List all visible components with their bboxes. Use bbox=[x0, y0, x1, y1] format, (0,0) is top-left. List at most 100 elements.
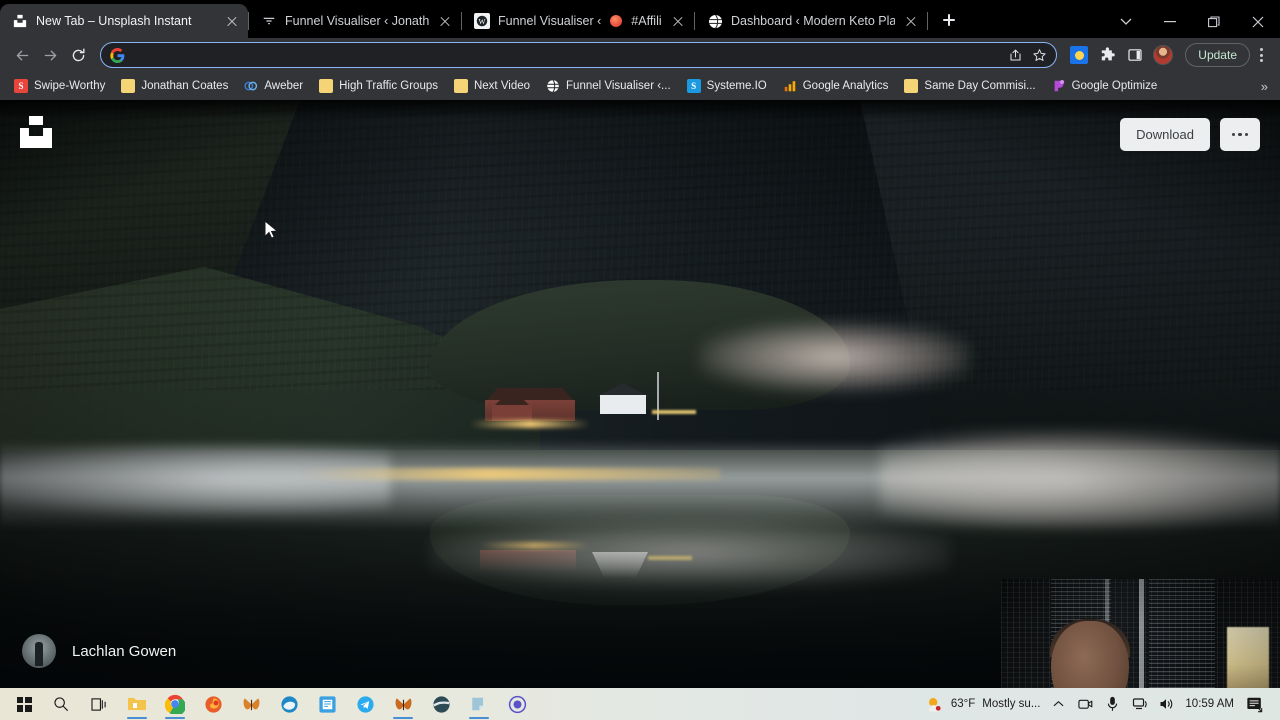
affiliate-icon bbox=[609, 13, 623, 29]
telegram-icon[interactable] bbox=[346, 688, 384, 720]
folder-icon bbox=[453, 79, 468, 93]
camera-icon[interactable] bbox=[1077, 696, 1094, 713]
blue-app-icon[interactable] bbox=[308, 688, 346, 720]
globe-icon bbox=[707, 13, 723, 29]
microphone-icon[interactable] bbox=[1104, 696, 1121, 713]
bookmark-label: Funnel Visualiser ‹... bbox=[566, 80, 671, 92]
tab-separator bbox=[927, 12, 928, 30]
bookmarks-bar: S Swipe-Worthy Jonathan Coates Aweber Hi… bbox=[0, 72, 1280, 100]
bookmark-label: High Traffic Groups bbox=[339, 80, 438, 92]
bookmark-jonathan-coates[interactable]: Jonathan Coates bbox=[113, 75, 236, 97]
close-icon[interactable] bbox=[903, 13, 919, 29]
omnibox-actions bbox=[1004, 44, 1050, 66]
star-icon[interactable] bbox=[1028, 44, 1050, 66]
google-chrome-icon[interactable] bbox=[156, 688, 194, 720]
photo-top-shade bbox=[0, 100, 1280, 120]
weather-extension-icon[interactable] bbox=[1065, 41, 1093, 69]
profile-avatar[interactable] bbox=[1149, 41, 1177, 69]
photographer-credit[interactable]: Lachlan Gowen bbox=[22, 634, 176, 668]
browser-tab-3[interactable]: Dashboard ‹ Modern Keto Plan – bbox=[695, 4, 927, 38]
browser-toolbar: Update bbox=[0, 38, 1280, 72]
bookmark-label: Next Video bbox=[473, 80, 531, 92]
photographer-avatar bbox=[22, 634, 56, 668]
browser-tab-2[interactable]: W Funnel Visualiser ‹ #AffiliateM bbox=[462, 4, 694, 38]
kebab-menu-icon[interactable] bbox=[1250, 41, 1272, 69]
bookmark-google-optimize[interactable]: Google Optimize bbox=[1044, 75, 1166, 97]
weather-widget[interactable]: 63°F Mostly su... bbox=[926, 695, 1041, 713]
address-bar[interactable] bbox=[100, 42, 1058, 68]
chevron-up-icon[interactable] bbox=[1050, 696, 1067, 713]
folder-icon bbox=[319, 79, 334, 93]
mouse-cursor bbox=[264, 219, 280, 242]
side-panel-icon[interactable] bbox=[1121, 41, 1149, 69]
bookmark-google-analytics[interactable]: Google Analytics bbox=[775, 75, 897, 97]
photographer-name: Lachlan Gowen bbox=[72, 642, 177, 660]
optimize-icon bbox=[1052, 79, 1066, 93]
tab-title: New Tab – Unsplash Instant bbox=[36, 14, 192, 28]
s-circle-icon: S bbox=[686, 79, 701, 93]
bookmark-label: Google Analytics bbox=[802, 80, 889, 92]
close-icon[interactable] bbox=[437, 13, 453, 29]
bookmark-same-day-commissions[interactable]: Same Day Commisi... bbox=[896, 75, 1043, 97]
folder-icon bbox=[904, 79, 919, 93]
update-button[interactable]: Update bbox=[1185, 43, 1250, 67]
tab-title: Funnel Visualiser ‹ bbox=[498, 14, 602, 28]
bookmark-label: Jonathan Coates bbox=[141, 80, 229, 92]
unsplash-logo[interactable] bbox=[18, 114, 54, 150]
sticky-note-icon[interactable] bbox=[460, 688, 498, 720]
file-explorer-icon[interactable] bbox=[118, 688, 156, 720]
globe-dark-icon[interactable] bbox=[422, 688, 460, 720]
search-icon[interactable] bbox=[42, 688, 80, 720]
globe-icon bbox=[546, 79, 560, 93]
notification-center-icon[interactable] bbox=[1244, 693, 1266, 715]
maximize-button[interactable] bbox=[1192, 6, 1236, 38]
bookmark-funnel-visualiser[interactable]: Funnel Visualiser ‹... bbox=[538, 75, 679, 97]
bookmarks-overflow-button[interactable]: » bbox=[1261, 79, 1274, 94]
bookmark-label: Swipe-Worthy bbox=[34, 80, 106, 92]
bookmark-aweber[interactable]: Aweber bbox=[236, 75, 311, 97]
bookmark-label: Systeme.IO bbox=[706, 80, 767, 92]
weather-description: Mostly su... bbox=[982, 698, 1041, 710]
weather-temperature: 63°F bbox=[950, 698, 976, 710]
tab-search-button[interactable] bbox=[1104, 6, 1148, 38]
bookmark-label: Google Optimize bbox=[1071, 80, 1158, 92]
bookmark-swipe-worthy[interactable]: S Swipe-Worthy bbox=[6, 75, 113, 97]
taskbar-clock[interactable]: 10:59 AM bbox=[1185, 698, 1234, 710]
task-view-icon[interactable] bbox=[80, 688, 118, 720]
photo-actions: Download bbox=[1120, 118, 1260, 151]
butterfly-icon[interactable] bbox=[384, 688, 422, 720]
bookmark-label: Same Day Commisi... bbox=[924, 80, 1036, 92]
close-icon[interactable] bbox=[670, 13, 686, 29]
funnel-icon bbox=[261, 13, 277, 29]
browser-tab-1[interactable]: Funnel Visualiser ‹ Jonathan Coat bbox=[249, 4, 461, 38]
download-button[interactable]: Download bbox=[1120, 118, 1210, 151]
system-tray: 63°F Mostly su... 10:59 AM bbox=[926, 693, 1274, 715]
screen: New Tab – Unsplash Instant Funnel Visual… bbox=[0, 0, 1280, 720]
minimize-button[interactable] bbox=[1148, 6, 1192, 38]
bookmark-next-video[interactable]: Next Video bbox=[446, 75, 538, 97]
edge-icon[interactable] bbox=[270, 688, 308, 720]
analytics-icon bbox=[783, 79, 797, 93]
tab-title: Dashboard ‹ Modern Keto Plan – bbox=[731, 14, 895, 28]
forward-button[interactable] bbox=[36, 41, 64, 69]
back-button[interactable] bbox=[8, 41, 36, 69]
close-window-button[interactable] bbox=[1236, 6, 1280, 38]
bookmark-high-traffic-groups[interactable]: High Traffic Groups bbox=[311, 75, 446, 97]
bookmark-systeme-io[interactable]: S Systeme.IO bbox=[679, 75, 775, 97]
puzzle-piece-icon[interactable] bbox=[1093, 41, 1121, 69]
windows-start-icon[interactable] bbox=[6, 688, 42, 720]
reload-button[interactable] bbox=[64, 41, 92, 69]
aweber-icon bbox=[244, 79, 258, 93]
firefox-icon[interactable] bbox=[194, 688, 232, 720]
webcam-overlay bbox=[1001, 579, 1280, 688]
close-icon[interactable] bbox=[224, 13, 240, 29]
browser-tab-0[interactable]: New Tab – Unsplash Instant bbox=[0, 4, 248, 38]
network-icon[interactable] bbox=[1131, 696, 1148, 713]
tab-title-extra: #AffiliateM bbox=[631, 14, 662, 28]
new-tab-button[interactable] bbox=[934, 5, 964, 35]
speaker-icon[interactable] bbox=[1158, 696, 1175, 713]
more-options-button[interactable] bbox=[1220, 118, 1260, 151]
share-icon[interactable] bbox=[1004, 44, 1026, 66]
spiral-icon[interactable] bbox=[498, 688, 536, 720]
butterfly-icon[interactable] bbox=[232, 688, 270, 720]
